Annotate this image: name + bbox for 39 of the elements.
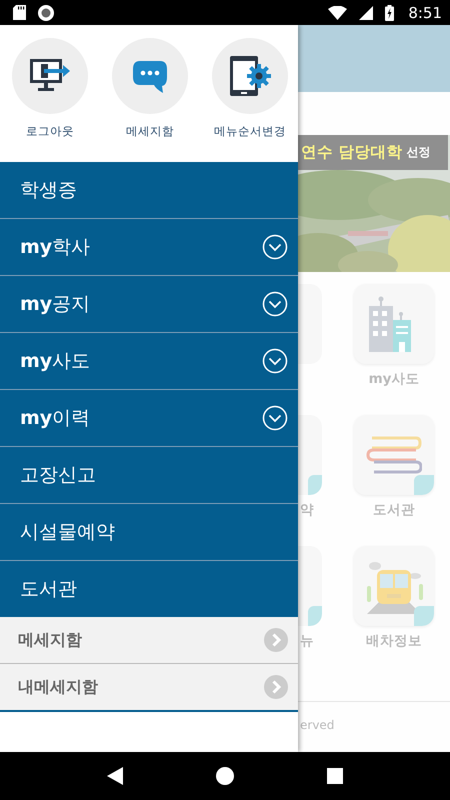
tile-label: 약 xyxy=(299,501,314,519)
recents-icon[interactable] xyxy=(327,768,344,784)
signal-icon xyxy=(359,6,374,20)
tile-label: 배차정보 xyxy=(366,632,422,650)
menu-item[interactable]: 시설물예약 xyxy=(0,504,298,561)
menu-item[interactable]: 학생증 xyxy=(0,162,298,219)
battery-icon xyxy=(385,4,394,20)
tile-label: 도서관 xyxy=(373,501,415,519)
tile-button[interactable] xyxy=(298,546,322,626)
tile-button[interactable] xyxy=(354,546,434,626)
tile-label: 뉴 xyxy=(299,632,314,650)
sd-card-icon xyxy=(13,5,26,20)
menu-item[interactable]: my사도 xyxy=(0,333,298,390)
chevron-right-icon xyxy=(264,628,288,652)
monitor-exit-icon xyxy=(30,59,70,93)
banner-caption: 선정 xyxy=(406,144,430,161)
books-icon xyxy=(366,435,422,475)
menu-item[interactable]: my이력 xyxy=(0,390,298,447)
menu-item[interactable]: 고장신고 xyxy=(0,447,298,504)
tile-button[interactable] xyxy=(354,284,434,364)
chat-bubble-icon xyxy=(132,59,168,93)
menu-item[interactable]: my공지 xyxy=(0,276,298,333)
wifi-icon xyxy=(328,6,348,20)
back-icon[interactable] xyxy=(106,767,123,785)
clock: 8:51 xyxy=(408,4,442,22)
tile-label: my사도 xyxy=(368,370,420,388)
chevron-right-icon xyxy=(264,675,288,699)
tile-button[interactable] xyxy=(298,415,322,495)
banner-headline: 연수 담당대학 xyxy=(301,142,402,163)
copyright-text: erved xyxy=(300,718,334,732)
menu-item[interactable]: 도서관 xyxy=(0,561,298,617)
record-icon xyxy=(38,4,54,20)
tablet-gear-icon xyxy=(229,55,271,97)
home-icon[interactable] xyxy=(216,767,234,785)
menu-item[interactable]: 메세지함 xyxy=(0,617,298,664)
tile-button[interactable] xyxy=(354,415,434,495)
menu-item[interactable]: 내메세지함 xyxy=(0,664,298,711)
tile-button[interactable] xyxy=(298,284,322,364)
menu-item[interactable]: my학사 xyxy=(0,219,298,276)
